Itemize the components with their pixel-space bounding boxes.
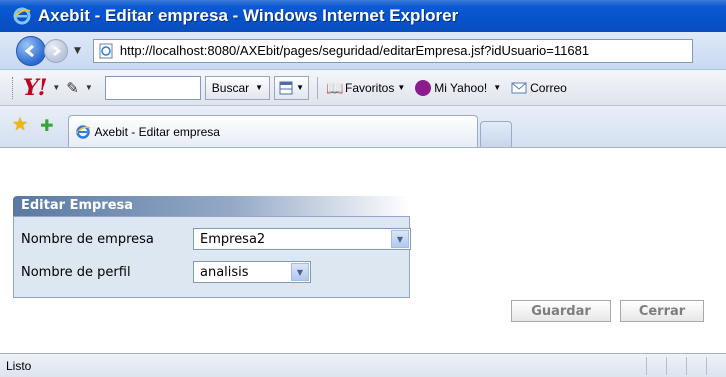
buscar-label: Buscar <box>211 80 250 95</box>
status-pane <box>646 357 666 375</box>
favoritos-label: Favoritos <box>345 80 395 95</box>
status-pane <box>706 357 726 375</box>
buscar-button[interactable]: Buscar ▼ <box>204 75 271 100</box>
edit-company-panel: Nombre de empresa Empresa2 ▼ Nombre de p… <box>13 216 411 298</box>
arrow-left-icon <box>24 44 34 57</box>
address-field[interactable]: http://localhost:8080/AXEbit/pages/segur… <box>92 38 693 63</box>
empresa-label: Nombre de empresa <box>21 231 154 247</box>
yahoo-menu-dropdown-icon[interactable]: ▼ <box>52 83 60 92</box>
toolbar-separator <box>317 76 318 99</box>
window-titlebar: Axebit - Editar empresa - Windows Intern… <box>0 0 726 32</box>
tab-axebit-editar-empresa[interactable]: Axebit - Editar empresa <box>67 115 478 147</box>
guardar-button[interactable]: Guardar <box>511 300 611 322</box>
correo-link[interactable]: Correo <box>511 80 567 96</box>
back-button[interactable] <box>16 35 46 66</box>
mi-yahoo-link[interactable]: Mi Yahoo! ▼ <box>415 79 501 96</box>
ie-logo-icon <box>13 7 31 25</box>
empresa-select[interactable]: Empresa2 ▼ <box>193 228 411 250</box>
favoritos-dropdown-icon[interactable]: ▼ <box>397 83 405 92</box>
status-text: Listo <box>6 358 32 373</box>
empresa-value: Empresa2 <box>200 231 266 247</box>
pencil-dropdown-icon[interactable]: ▼ <box>85 83 93 92</box>
yahoo-toolbar: Y! ▼ ✎ ▼ Buscar ▼ ▼ 📖 Favoritos ▼ Mi Yah… <box>0 70 726 106</box>
favorites-center-star-icon[interactable]: ★ <box>12 114 28 135</box>
perfil-row: Nombre de perfil analisis ▼ <box>21 261 311 283</box>
chevron-down-icon[interactable]: ▼ <box>391 230 409 248</box>
pencil-icon[interactable]: ✎ <box>66 79 79 97</box>
correo-label: Correo <box>530 80 567 95</box>
buscar-dropdown-icon[interactable]: ▼ <box>255 83 263 92</box>
my-yahoo-icon <box>415 79 432 96</box>
toolbar-grip[interactable] <box>12 76 15 99</box>
status-pane <box>666 357 686 375</box>
address-toolbar: ▼ http://localhost:8080/AXEbit/pages/seg… <box>0 32 726 70</box>
perfil-value: analisis <box>200 264 249 280</box>
bookmarks-icon: 📖 <box>326 79 344 96</box>
recent-pages-dropdown-icon[interactable]: ▼ <box>74 46 81 56</box>
yahoo-search-input[interactable] <box>104 75 201 100</box>
yahoo-logo[interactable]: Y! <box>23 75 47 101</box>
cerrar-button[interactable]: Cerrar <box>620 300 704 322</box>
window-layout-icon <box>279 81 293 94</box>
window-title: Axebit - Editar empresa - Windows Intern… <box>38 6 459 25</box>
add-favorite-icon[interactable]: ✚ <box>40 116 53 135</box>
perfil-label: Nombre de perfil <box>21 264 131 280</box>
perfil-select[interactable]: analisis ▼ <box>193 261 311 283</box>
layout-button[interactable]: ▼ <box>274 75 309 100</box>
new-tab-button[interactable] <box>479 121 512 147</box>
arrow-right-icon <box>53 45 62 56</box>
status-bar: Listo <box>0 353 726 377</box>
ie-tab-icon <box>75 124 90 139</box>
forward-button[interactable] <box>44 38 68 63</box>
page-content: Editar Empresa Nombre de empresa Empresa… <box>0 149 726 353</box>
layout-dropdown-icon[interactable]: ▼ <box>296 83 304 92</box>
mi-yahoo-label: Mi Yahoo! <box>434 80 488 95</box>
mail-icon <box>511 82 527 93</box>
panel-title: Editar Empresa <box>13 196 410 216</box>
tab-bar: ★ ✚ Axebit - Editar empresa <box>0 106 726 148</box>
tab-label: Axebit - Editar empresa <box>94 124 220 139</box>
status-pane <box>686 357 706 375</box>
url-text: http://localhost:8080/AXEbit/pages/segur… <box>119 43 590 58</box>
empresa-row: Nombre de empresa Empresa2 ▼ <box>21 228 411 250</box>
favoritos-link[interactable]: 📖 Favoritos ▼ <box>326 80 405 96</box>
page-icon <box>99 43 113 58</box>
chevron-down-icon[interactable]: ▼ <box>291 263 309 281</box>
mi-yahoo-dropdown-icon[interactable]: ▼ <box>493 83 501 92</box>
